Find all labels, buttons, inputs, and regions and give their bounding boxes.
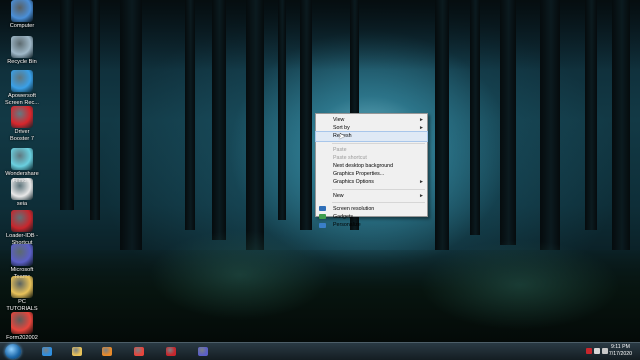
desktop-icon-loader-idb[interactable]: Loader-IDB - Shortcut bbox=[2, 210, 42, 246]
system-tray: 9:11 PM 7/17/2020 bbox=[558, 343, 638, 360]
driver-booster-icon bbox=[166, 347, 176, 356]
taskbar-media-player-button[interactable] bbox=[98, 345, 116, 358]
menu-item-new[interactable]: New ► bbox=[316, 192, 427, 200]
desktop[interactable]: Computer Recycle Bin Apowersoft Screen Rec… bbox=[0, 0, 640, 342]
desktop-icon-label: Computer bbox=[9, 23, 35, 29]
menu-item-sort-by[interactable]: Sort by ► bbox=[316, 124, 427, 132]
desktop-icon-label: seia bbox=[16, 201, 28, 207]
menu-item-view[interactable]: View ► bbox=[316, 116, 427, 124]
personalize-icon bbox=[319, 222, 326, 228]
menu-item-label: Graphics Properties... bbox=[333, 171, 385, 178]
menu-item-screen-resolution[interactable]: Screen resolution bbox=[316, 205, 427, 213]
desktop-icon-blank-file[interactable]: seia bbox=[2, 178, 42, 208]
mouse-cursor-icon: ➤ bbox=[338, 131, 346, 141]
menu-item-label: Gadgets bbox=[333, 213, 354, 220]
apowersoft-icon bbox=[11, 70, 33, 92]
driver-booster-icon bbox=[11, 106, 33, 128]
menu-item-label: Paste shortcut bbox=[333, 154, 367, 161]
taskbar-teams-button[interactable] bbox=[194, 345, 212, 358]
tree-trunk bbox=[470, 0, 480, 235]
tree-trunk bbox=[185, 0, 195, 230]
tree-trunk bbox=[300, 0, 312, 230]
folder-icon bbox=[11, 276, 33, 298]
taskbar-driver-booster-button[interactable] bbox=[162, 345, 180, 358]
chrome-icon bbox=[11, 312, 33, 334]
menu-item-graphics-properties[interactable]: Graphics Properties... bbox=[316, 170, 427, 178]
clock[interactable]: 9:11 PM 7/17/2020 bbox=[609, 344, 632, 358]
menu-item-label: Screen resolution bbox=[333, 205, 375, 212]
menu-item-next-background[interactable]: Next desktop background bbox=[316, 162, 427, 170]
clock-date: 7/17/2020 bbox=[608, 351, 632, 357]
clock-time: 9:11 PM bbox=[610, 344, 630, 350]
taskbar-file-explorer-button[interactable] bbox=[68, 345, 86, 358]
chrome-icon bbox=[134, 347, 144, 356]
desktop-icon-form[interactable]: Form202002 bbox=[2, 312, 42, 342]
fern-patch bbox=[420, 240, 620, 330]
teams-icon bbox=[198, 347, 208, 356]
menu-item-label: Next desktop background bbox=[333, 162, 394, 169]
tree-trunk bbox=[90, 0, 100, 220]
menu-item-paste-shortcut[interactable]: Paste shortcut bbox=[316, 154, 427, 162]
tree-trunk bbox=[278, 0, 286, 220]
submenu-arrow-icon: ► bbox=[419, 125, 424, 132]
submenu-arrow-icon: ► bbox=[419, 192, 424, 199]
submenu-arrow-icon: ► bbox=[419, 179, 424, 186]
menu-separator bbox=[332, 142, 425, 144]
media-player-icon bbox=[102, 347, 112, 356]
fern-patch bbox=[150, 230, 330, 320]
desktop-icon-microsoft-teams[interactable]: Microsoft Teams bbox=[2, 244, 42, 280]
start-button[interactable] bbox=[5, 344, 21, 359]
menu-item-personalize[interactable]: Personalize bbox=[316, 221, 427, 229]
desktop-icon-recycle-bin[interactable]: Recycle Bin bbox=[2, 36, 42, 66]
tree-trunk bbox=[60, 0, 74, 210]
menu-separator bbox=[332, 188, 425, 190]
wondershare-icon bbox=[11, 148, 33, 170]
menu-item-graphics-options[interactable]: Graphics Options ► bbox=[316, 178, 427, 186]
menu-separator bbox=[332, 201, 425, 203]
menu-item-label: Paste bbox=[333, 146, 347, 153]
tray-app-icon[interactable] bbox=[586, 348, 592, 354]
teams-icon bbox=[11, 244, 33, 266]
screen-resolution-icon bbox=[319, 206, 326, 212]
submenu-arrow-icon: ► bbox=[419, 117, 424, 123]
ie-icon bbox=[42, 347, 52, 356]
desktop-icon-apowersoft[interactable]: Apowersoft Screen Rec... bbox=[2, 70, 42, 106]
action-center-flag-icon[interactable] bbox=[594, 348, 600, 354]
loader-icon bbox=[11, 210, 33, 232]
desktop-icon-label: Apowersoft Screen Rec... bbox=[5, 93, 39, 106]
taskbar: 9:11 PM 7/17/2020 bbox=[0, 342, 640, 360]
desktop-icon-label: Driver Booster 7 bbox=[10, 129, 34, 142]
menu-item-label: Graphics Options bbox=[333, 179, 374, 186]
desktop-icon-label: Recycle Bin bbox=[7, 59, 37, 65]
desktop-icon-computer[interactable]: Computer bbox=[2, 0, 42, 30]
volume-icon[interactable] bbox=[602, 348, 608, 354]
menu-item-label: Personalize bbox=[333, 222, 361, 229]
desktop-icon-label: Form202002 bbox=[6, 335, 38, 341]
tree-trunk bbox=[540, 0, 560, 250]
gadgets-icon bbox=[319, 214, 326, 220]
menu-item-label: View bbox=[333, 117, 345, 123]
menu-item-label: New bbox=[333, 192, 344, 199]
computer-icon bbox=[11, 0, 33, 22]
menu-item-refresh[interactable]: Refresh bbox=[315, 131, 428, 142]
desktop-icon-pc-tutorials[interactable]: PC TUTORIALS bbox=[2, 276, 42, 312]
folder-icon bbox=[72, 347, 82, 356]
desktop-icon-driver-booster[interactable]: Driver Booster 7 bbox=[2, 106, 42, 142]
tree-trunk bbox=[435, 0, 449, 250]
desktop-context-menu: View ► Sort by ► Refresh Paste Paste shortcut N… bbox=[315, 113, 428, 228]
tree-trunk bbox=[246, 0, 264, 250]
tree-trunk bbox=[612, 0, 630, 250]
taskbar-chrome-button[interactable] bbox=[130, 345, 148, 358]
tree-trunk bbox=[500, 0, 516, 245]
recycle-bin-icon bbox=[11, 36, 33, 58]
menu-item-gadgets[interactable]: Gadgets bbox=[316, 213, 427, 221]
tree-trunk bbox=[120, 0, 142, 250]
menu-item-paste[interactable]: Paste bbox=[316, 146, 427, 154]
tree-trunk bbox=[585, 0, 597, 230]
tree-trunk bbox=[212, 0, 226, 240]
taskbar-internet-explorer-button[interactable] bbox=[38, 345, 56, 358]
file-icon bbox=[11, 178, 33, 200]
desktop-icon-label: PC TUTORIALS bbox=[6, 299, 38, 312]
